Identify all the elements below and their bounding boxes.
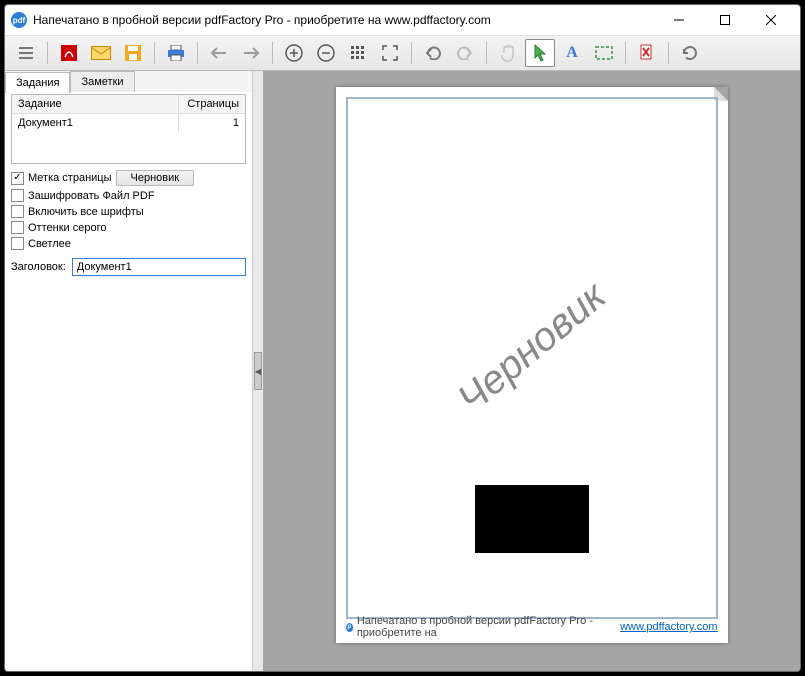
zoom-in-button[interactable] (279, 39, 309, 67)
refresh-button[interactable] (675, 39, 705, 67)
delete-page-button[interactable] (632, 39, 662, 67)
opt-stamp: ✓ Метка страницы Черновик (11, 170, 246, 186)
jobs-list-header: Задание Страницы (12, 95, 245, 114)
page-border: Черновик (346, 97, 718, 619)
doc-title-row: Заголовок: (11, 258, 246, 276)
fonts-label: Включить все шрифты (28, 206, 144, 218)
redo-button[interactable] (450, 39, 480, 67)
app-icon: pdf (11, 12, 27, 28)
text-tool-button[interactable]: A (557, 39, 587, 67)
footer-text: Напечатано в пробной версии pdfFactory P… (357, 615, 616, 639)
fullscreen-button[interactable] (375, 39, 405, 67)
undo-button[interactable] (418, 39, 448, 67)
hand-tool-button[interactable] (493, 39, 523, 67)
fonts-checkbox[interactable] (11, 205, 24, 218)
jobs-list-row[interactable]: Документ1 1 (12, 114, 245, 132)
splitter[interactable]: ◀ (253, 71, 263, 671)
email-button[interactable] (86, 39, 116, 67)
tab-jobs[interactable]: Задания (5, 72, 70, 93)
side-panel: Задания Заметки Задание Страницы Докумен… (5, 71, 253, 671)
prev-page-button[interactable] (204, 39, 234, 67)
main-body: Задания Заметки Задание Страницы Докумен… (5, 71, 800, 671)
preview-area[interactable]: Черновик p Напечатано в пробной версии p… (263, 71, 800, 671)
opt-gray: Оттенки серого (11, 221, 246, 234)
crop-tool-button[interactable] (589, 39, 619, 67)
options: ✓ Метка страницы Черновик Зашифровать Фа… (5, 170, 252, 250)
doc-title-input[interactable] (72, 258, 246, 276)
gray-label: Оттенки серого (28, 222, 106, 234)
col-pages[interactable]: Страницы (179, 95, 245, 113)
close-button[interactable] (748, 5, 794, 35)
jobs-list[interactable]: Задание Страницы Документ1 1 (11, 94, 246, 164)
light-label: Светлее (28, 238, 71, 250)
opt-fonts: Включить все шрифты (11, 205, 246, 218)
col-job[interactable]: Задание (12, 95, 179, 113)
stamp-checkbox[interactable]: ✓ (11, 172, 24, 185)
stamp-value-button[interactable]: Черновик (116, 170, 195, 186)
pointer-tool-button[interactable] (525, 39, 555, 67)
zoom-out-button[interactable] (311, 39, 341, 67)
side-tabs: Задания Заметки (5, 71, 252, 92)
page-preview: Черновик p Напечатано в пробной версии p… (336, 87, 728, 643)
footer-pdf-icon: p (346, 623, 353, 632)
page-footer: p Напечатано в пробной версии pdfFactory… (346, 615, 718, 639)
menu-button[interactable] (11, 39, 41, 67)
text-tool-icon: A (566, 44, 578, 62)
save-button[interactable] (118, 39, 148, 67)
row-page-count: 1 (179, 114, 245, 132)
light-checkbox[interactable] (11, 237, 24, 250)
print-button[interactable] (161, 39, 191, 67)
toolbar: A (5, 35, 800, 71)
watermark-text: Черновик (449, 273, 614, 422)
stamp-label: Метка страницы (28, 172, 112, 184)
maximize-button[interactable] (702, 5, 748, 35)
encrypt-checkbox[interactable] (11, 189, 24, 202)
next-page-button[interactable] (236, 39, 266, 67)
row-job-name: Документ1 (12, 114, 179, 132)
opt-light: Светлее (11, 237, 246, 250)
splitter-grip-icon: ◀ (254, 352, 262, 390)
window-title: Напечатано в пробной версии pdfFactory P… (33, 13, 656, 27)
gray-checkbox[interactable] (11, 221, 24, 234)
opt-encrypt: Зашифровать Файл PDF (11, 189, 246, 202)
redacted-block (475, 485, 589, 553)
open-acrobat-button[interactable] (54, 39, 84, 67)
minimize-button[interactable] (656, 5, 702, 35)
titlebar: pdf Напечатано в пробной версии pdfFacto… (5, 5, 800, 35)
thumbnails-button[interactable] (343, 39, 373, 67)
tab-notes[interactable]: Заметки (70, 71, 134, 92)
doc-title-label: Заголовок: (11, 261, 66, 273)
encrypt-label: Зашифровать Файл PDF (28, 190, 155, 202)
footer-link[interactable]: www.pdffactory.com (620, 621, 717, 633)
app-window: pdf Напечатано в пробной версии pdfFacto… (4, 4, 801, 672)
